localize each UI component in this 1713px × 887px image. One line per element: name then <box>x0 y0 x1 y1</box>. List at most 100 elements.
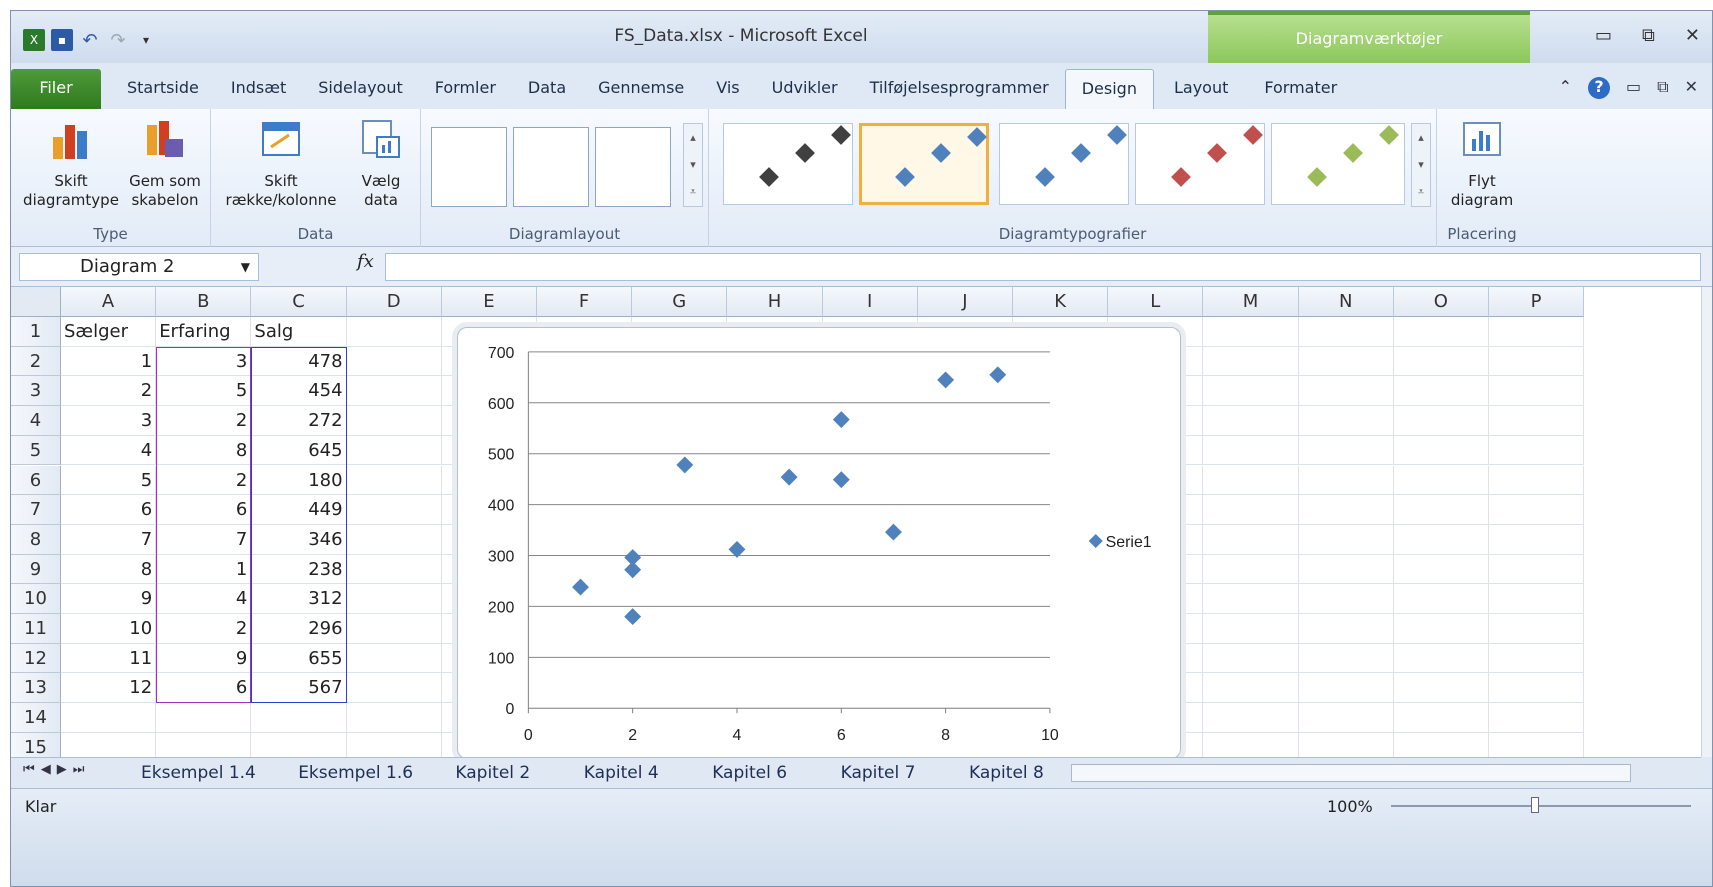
cell-o13[interactable] <box>1393 673 1489 704</box>
column-header-a[interactable]: A <box>61 287 157 317</box>
cell-d14[interactable] <box>346 703 442 733</box>
cell-a6[interactable]: 5 <box>61 465 157 496</box>
sheet-tab-3[interactable]: Kapitel 2 <box>455 760 530 786</box>
row-header-15[interactable]: 15 <box>11 732 61 757</box>
cell-c15[interactable] <box>251 732 347 757</box>
cell-o1[interactable] <box>1393 317 1489 347</box>
cell-p4[interactable] <box>1489 406 1585 436</box>
column-header-j[interactable]: J <box>917 287 1013 317</box>
layout-option-3[interactable] <box>595 127 671 207</box>
cell-d9[interactable] <box>346 554 442 585</box>
cell-d15[interactable] <box>347 732 442 757</box>
cell-o3[interactable] <box>1393 376 1489 407</box>
cell-d8[interactable] <box>346 524 442 555</box>
move-chart-button[interactable]: Flyt diagram <box>1447 117 1517 210</box>
cell-n4[interactable] <box>1298 406 1394 436</box>
row-header-5[interactable]: 5 <box>11 435 61 466</box>
vertical-scrollbar[interactable] <box>1701 287 1712 757</box>
cell-o14[interactable] <box>1393 703 1489 733</box>
cell-a10[interactable]: 9 <box>61 584 157 614</box>
layout-option-2[interactable] <box>513 127 589 207</box>
cell-d2[interactable] <box>346 346 442 377</box>
change-chart-type-button[interactable]: Skift diagramtype <box>21 117 121 210</box>
styles-gallery-scroll[interactable]: ▴ ▾ ⩡ <box>1411 123 1431 207</box>
cell-p3[interactable] <box>1489 376 1585 407</box>
sheet-tab-5[interactable]: Kapitel 6 <box>712 760 787 786</box>
tab-developer[interactable]: Udvikler <box>756 69 854 109</box>
column-header-d[interactable]: D <box>346 287 442 317</box>
cell-n8[interactable] <box>1298 524 1394 555</box>
cell-p5[interactable] <box>1489 435 1585 466</box>
column-header-b[interactable]: B <box>156 287 252 317</box>
layout-option-1[interactable] <box>431 127 507 207</box>
cell-a9[interactable]: 8 <box>61 554 157 585</box>
cell-o12[interactable] <box>1393 643 1489 674</box>
cell-o10[interactable] <box>1393 584 1489 614</box>
cell-b1[interactable]: Erfaring <box>156 317 252 347</box>
column-header-n[interactable]: N <box>1298 287 1394 317</box>
tab-home[interactable]: Startside <box>111 69 215 109</box>
style-option-4[interactable] <box>1135 123 1265 205</box>
minimize-icon[interactable]: ▭ <box>1595 25 1612 46</box>
style-option-5[interactable] <box>1271 123 1405 205</box>
cell-d4[interactable] <box>346 406 442 436</box>
row-header-10[interactable]: 10 <box>11 584 61 614</box>
cell-a1[interactable]: Sælger <box>61 317 157 347</box>
row-header-2[interactable]: 2 <box>11 346 61 377</box>
workbook-close-icon[interactable]: ✕ <box>1685 77 1698 99</box>
select-all-corner[interactable] <box>11 287 61 317</box>
sheet-tab-2[interactable]: Eksempel 1.6 <box>298 760 413 786</box>
row-header-6[interactable]: 6 <box>11 465 61 496</box>
workbook-minimize-icon[interactable]: ▭ <box>1626 77 1641 99</box>
cell-a5[interactable]: 4 <box>61 435 157 466</box>
cell-d11[interactable] <box>346 614 442 644</box>
cell-d5[interactable] <box>346 435 442 466</box>
cell-a7[interactable]: 6 <box>61 495 157 525</box>
tab-view[interactable]: Vis <box>700 69 755 109</box>
style-option-2[interactable] <box>859 123 989 205</box>
cell-d13[interactable] <box>346 673 442 704</box>
cell-p8[interactable] <box>1489 524 1585 555</box>
sheet-tab-4[interactable]: Kapitel 4 <box>584 760 659 786</box>
cell-c14[interactable] <box>251 703 347 733</box>
cell-n15[interactable] <box>1299 732 1394 757</box>
cell-a12[interactable]: 11 <box>61 643 157 674</box>
cell-o15[interactable] <box>1394 732 1489 757</box>
cell-m1[interactable] <box>1203 317 1299 347</box>
name-box[interactable]: Diagram 2 ▼ <box>19 253 259 281</box>
cell-p7[interactable] <box>1489 495 1585 525</box>
undo-icon[interactable]: ↶ <box>79 29 101 51</box>
tab-insert[interactable]: Indsæt <box>215 69 302 109</box>
column-header-h[interactable]: H <box>727 287 823 317</box>
cell-d7[interactable] <box>346 495 442 525</box>
cell-o7[interactable] <box>1393 495 1489 525</box>
horizontal-scrollbar[interactable] <box>1071 764 1631 782</box>
cell-p10[interactable] <box>1489 584 1585 614</box>
cell-m9[interactable] <box>1203 554 1299 585</box>
customize-qat-icon[interactable]: ▾ <box>135 29 157 51</box>
cell-a3[interactable]: 2 <box>61 376 157 407</box>
cell-a2[interactable]: 1 <box>61 346 157 377</box>
cell-o8[interactable] <box>1393 524 1489 555</box>
cell-p2[interactable] <box>1489 346 1585 377</box>
cell-a8[interactable]: 7 <box>61 524 157 555</box>
cell-m3[interactable] <box>1203 376 1299 407</box>
cell-p14[interactable] <box>1489 703 1585 733</box>
tab-data[interactable]: Data <box>512 69 582 109</box>
row-header-9[interactable]: 9 <box>11 554 61 585</box>
cell-d3[interactable] <box>346 376 442 407</box>
cell-m14[interactable] <box>1203 703 1299 733</box>
cell-m4[interactable] <box>1203 406 1299 436</box>
zoom-level[interactable]: 100% <box>1327 797 1373 816</box>
column-header-c[interactable]: C <box>251 287 347 317</box>
cell-d10[interactable] <box>346 584 442 614</box>
row-header-4[interactable]: 4 <box>11 406 61 436</box>
cell-m6[interactable] <box>1203 465 1299 496</box>
cell-o9[interactable] <box>1393 554 1489 585</box>
save-template-button[interactable]: Gem som skabelon <box>123 117 207 210</box>
worksheet-grid[interactable]: A B C D E F G H I J K L M N O P 1 Sælger Erfaring Salg 2 1 3 47… <box>11 287 1701 757</box>
help-icon[interactable]: ? <box>1588 77 1611 99</box>
row-header-11[interactable]: 11 <box>11 614 61 644</box>
cell-p12[interactable] <box>1489 643 1585 674</box>
tab-design[interactable]: Design <box>1064 69 1154 109</box>
